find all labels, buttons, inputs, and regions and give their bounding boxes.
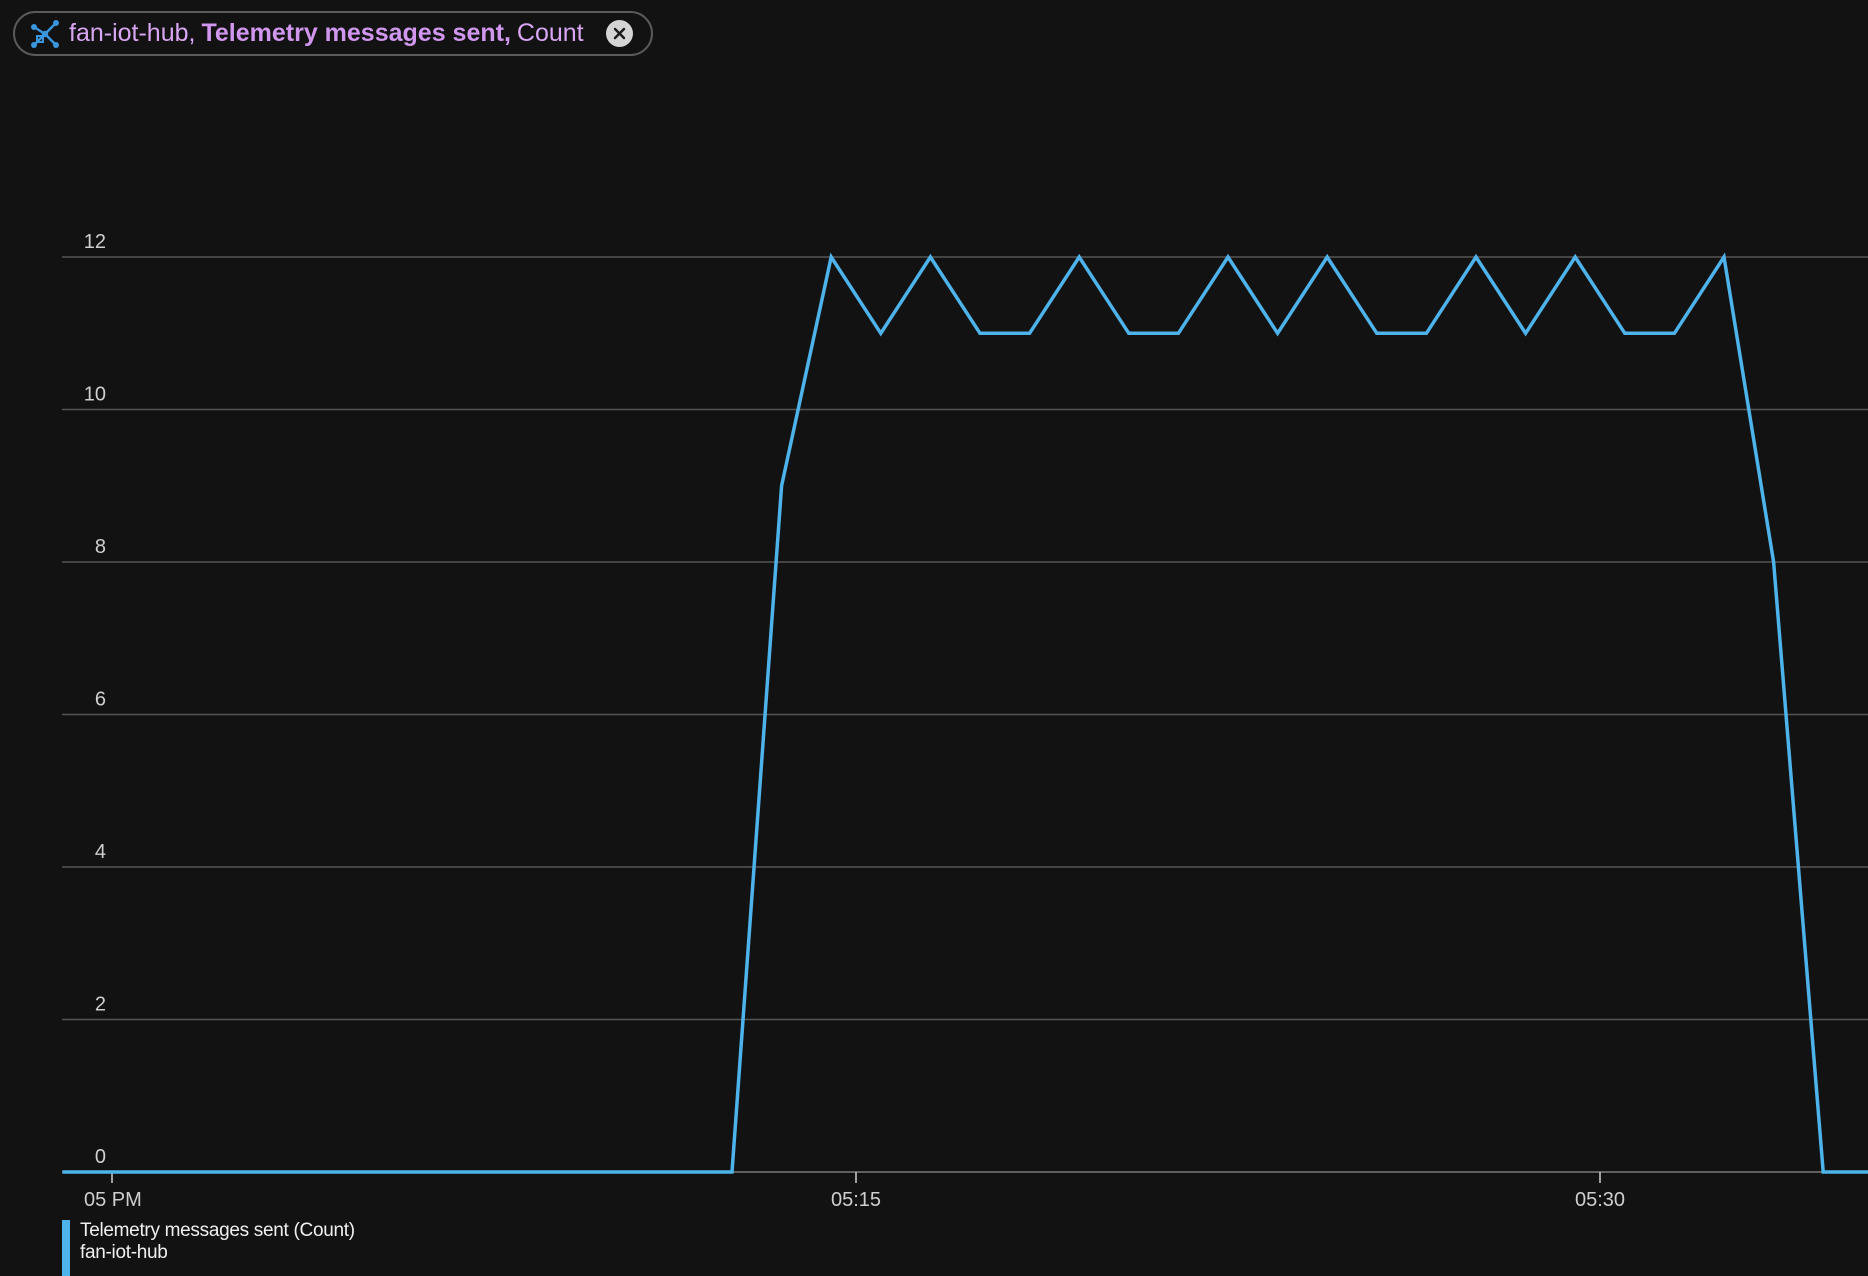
y-tick-label: 4 bbox=[95, 841, 106, 863]
x-axis: 05 PM05:1505:30F bbox=[84, 1172, 1625, 1211]
legend-resource-label: fan-iot-hub bbox=[80, 1242, 168, 1263]
y-axis-labels: 0 2 4 6 8 10 12 bbox=[84, 231, 106, 1168]
line-chart[interactable]: 024681012 05 PM05:1505:30F bbox=[0, 0, 1868, 1276]
gridlines bbox=[62, 256, 1868, 1173]
y-tick-label: 12 bbox=[84, 231, 106, 253]
x-tick-label: 05:15 bbox=[831, 1189, 881, 1211]
x-tick-label: 05:30 bbox=[1575, 1189, 1625, 1211]
y-tick-label: 0 bbox=[95, 1146, 106, 1168]
chart-root: fan-iot-hub, Telemetry messages sent, Co… bbox=[0, 0, 1868, 1276]
x-tick-label: 05 PM bbox=[84, 1189, 142, 1211]
y-tick-label: 10 bbox=[84, 384, 106, 406]
legend-swatch bbox=[62, 1220, 70, 1276]
y-tick-label: 8 bbox=[95, 536, 106, 558]
legend[interactable]: Telemetry messages sent (Count) fan-iot-… bbox=[62, 1220, 355, 1276]
y-tick-label: 2 bbox=[95, 994, 106, 1016]
legend-series-label: Telemetry messages sent (Count) bbox=[80, 1220, 355, 1241]
y-tick-label: 6 bbox=[95, 689, 106, 711]
legend-text: Telemetry messages sent (Count) fan-iot-… bbox=[80, 1220, 355, 1264]
